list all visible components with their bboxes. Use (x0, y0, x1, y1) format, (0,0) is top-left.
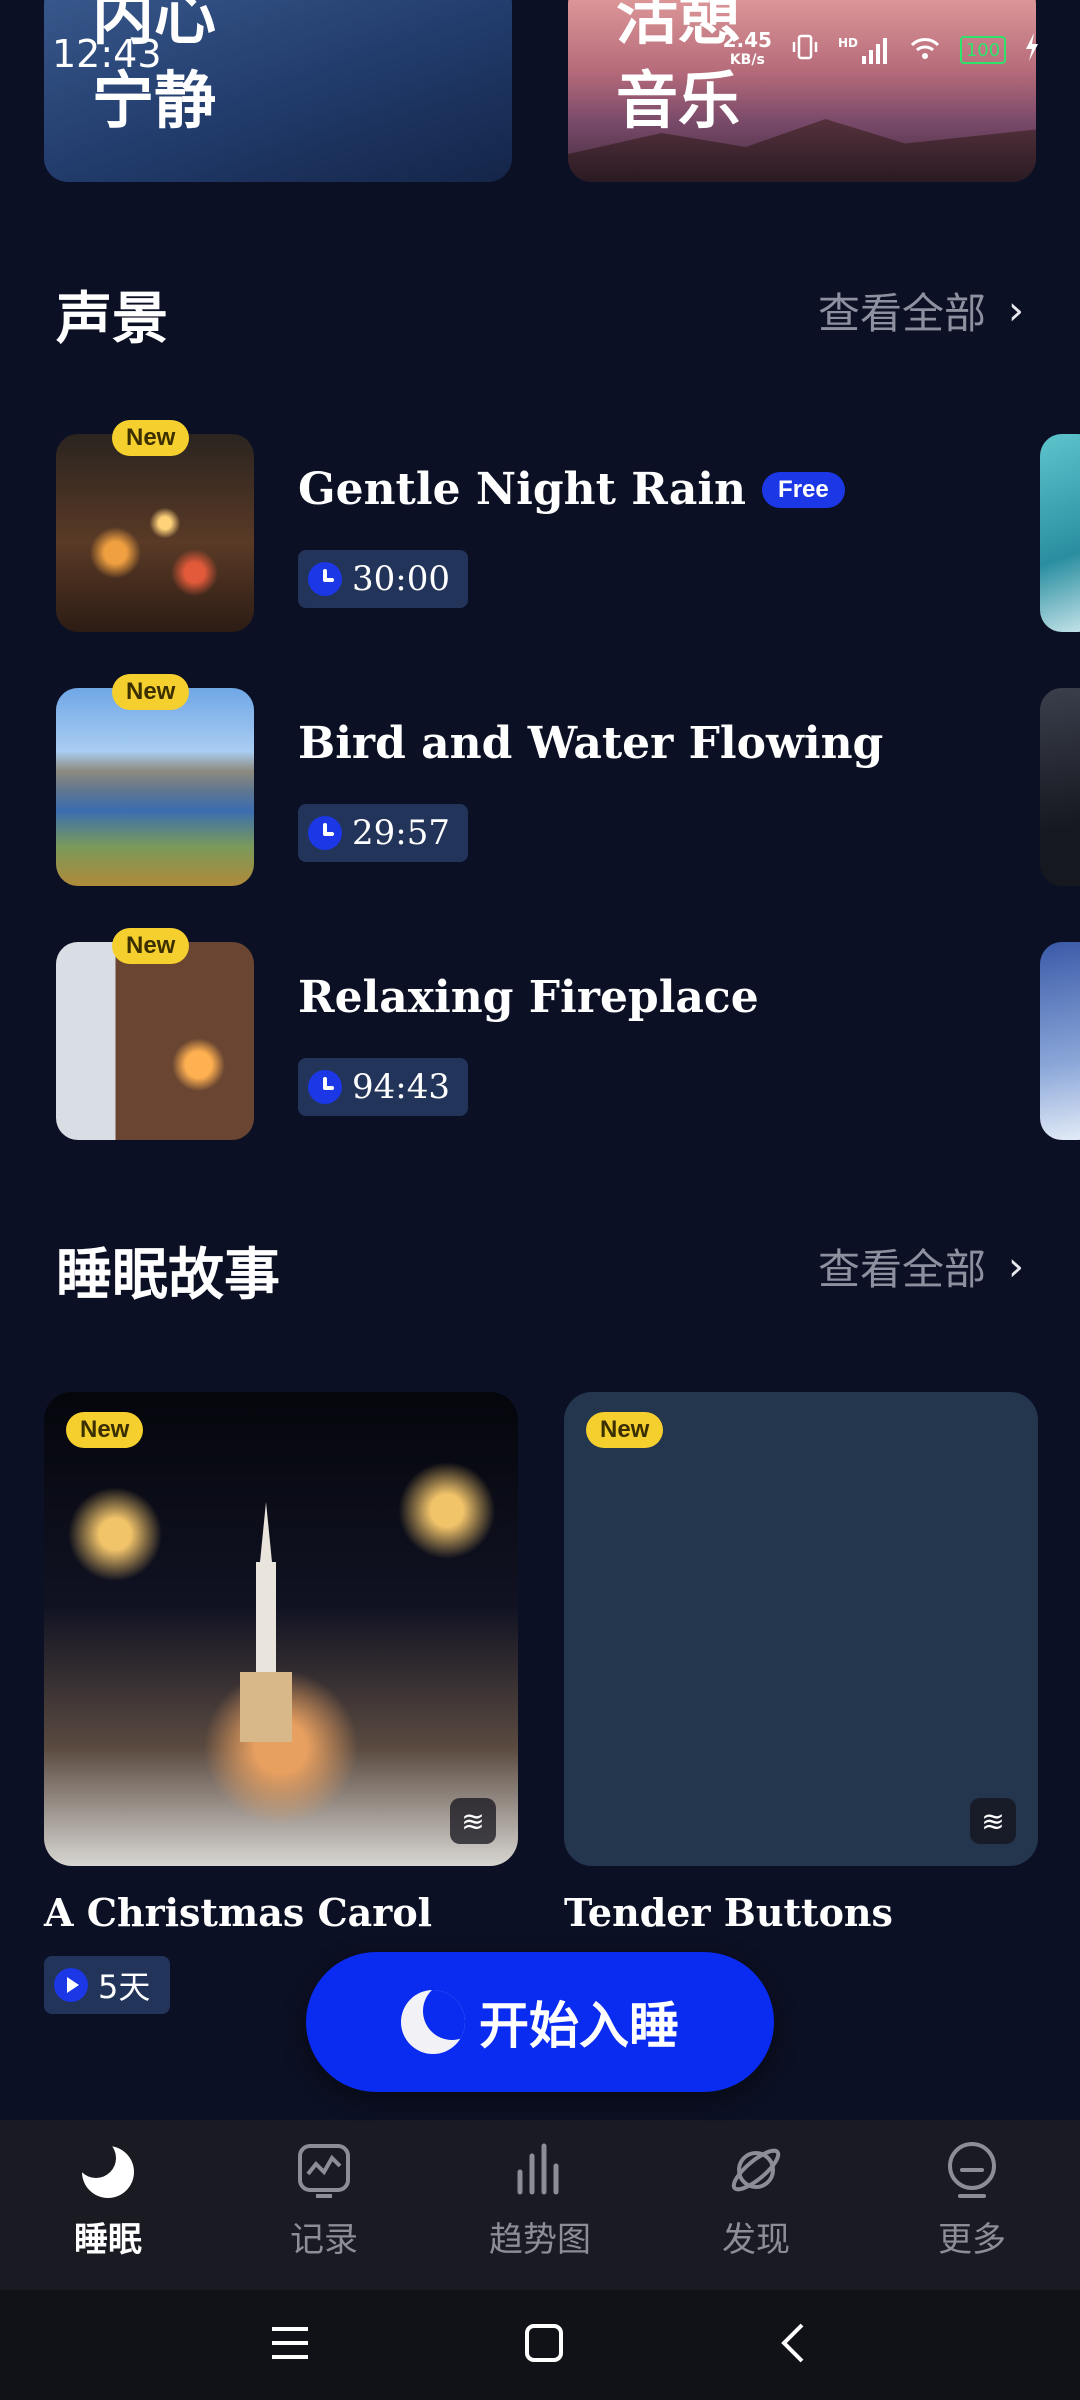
story-title: A Christmas Carol (44, 1890, 433, 1935)
duration-chip: 29:57 (298, 804, 468, 862)
free-badge: Free (762, 471, 845, 508)
new-badge: New (112, 420, 190, 456)
layers-icon: ≋ (450, 1798, 496, 1844)
soundscape-title: 声景 (56, 287, 168, 352)
back-icon[interactable] (776, 2321, 812, 2369)
story-title: Tender Buttons (564, 1890, 893, 1935)
chevron-right-icon: › (1008, 1243, 1024, 1290)
sleeping-moon-icon (401, 1990, 465, 2054)
wifi-icon (908, 33, 942, 67)
christmas-carol-card[interactable]: New ≋ (44, 1392, 518, 1866)
soundscape-see-all[interactable]: 查看全部 › (818, 280, 1024, 341)
moon-icon (76, 2138, 140, 2202)
status-icons: 2.45 KB/s HD 100 (723, 30, 1040, 70)
sound-item-night-rain[interactable]: New Gentle Night Rain Free 30:00 (56, 420, 1016, 634)
home-icon[interactable] (522, 2321, 566, 2369)
clock-icon (308, 816, 342, 850)
status-time: 12:43 (52, 32, 162, 76)
sound-title: Gentle Night Rain Free (298, 464, 845, 515)
new-badge: New (66, 1412, 144, 1448)
layers-icon: ≋ (970, 1798, 1016, 1844)
sound-item-bird-water[interactable]: New Bird and Water Flowing 29:57 (56, 674, 1016, 888)
new-badge: New (112, 928, 190, 964)
chart-card-icon (292, 2138, 356, 2202)
new-badge: New (586, 1412, 664, 1448)
peek-storm-thumbnail[interactable] (1040, 688, 1080, 886)
net-speed: 2.45 KB/s (722, 28, 772, 68)
nav-discover[interactable]: 发现 (648, 2120, 864, 2290)
night-rain-thumbnail (56, 434, 254, 632)
clock-icon (308, 562, 342, 596)
planet-icon (724, 2138, 788, 2202)
nav-record[interactable]: 记录 (216, 2120, 432, 2290)
battery-icon: 100 (960, 36, 1006, 64)
nav-sleep[interactable]: 睡眠 (0, 2120, 216, 2290)
stories-title: 睡眠故事 (56, 1243, 280, 1308)
sound-item-fireplace[interactable]: New Relaxing Fireplace 94:43 (56, 928, 1016, 1142)
clock-icon (308, 1070, 342, 1104)
story-days-chip: 5天 (44, 1956, 171, 2014)
duration-chip: 94:43 (298, 1058, 468, 1116)
sound-title: Bird and Water Flowing (298, 718, 884, 769)
chevron-right-icon: › (1008, 287, 1024, 334)
nav-trends[interactable]: 趋势图 (432, 2120, 648, 2290)
nav-more[interactable]: 更多 (864, 2120, 1080, 2290)
play-icon (54, 1968, 88, 2002)
new-badge: New (112, 674, 190, 710)
stories-see-all[interactable]: 查看全部 › (818, 1236, 1024, 1297)
charging-icon (1024, 33, 1040, 67)
signal-icon: HD (838, 36, 890, 64)
menu-icon[interactable] (268, 2323, 312, 2367)
status-bar: 12:43 2.45 KB/s HD 100 (0, 0, 1080, 110)
peek-snow-thumbnail[interactable] (1040, 942, 1080, 1140)
bottom-nav: 睡眠 记录 趋势图 发现 更多 (0, 2120, 1080, 2290)
bars-icon (508, 2138, 572, 2202)
peek-ocean-thumbnail[interactable] (1040, 434, 1080, 632)
vibrate-icon (790, 32, 820, 68)
sound-title: Relaxing Fireplace (298, 972, 759, 1023)
duration-chip: 30:00 (298, 550, 468, 608)
tender-buttons-card[interactable]: New ≋ (564, 1392, 1038, 1866)
church-steeple-image (240, 1502, 292, 1742)
face-icon (940, 2138, 1004, 2202)
bird-water-thumbnail (56, 688, 254, 886)
start-sleep-button[interactable]: 开始入睡 (306, 1952, 774, 2092)
system-nav-bar (0, 2290, 1080, 2400)
fireplace-thumbnail (56, 942, 254, 1140)
